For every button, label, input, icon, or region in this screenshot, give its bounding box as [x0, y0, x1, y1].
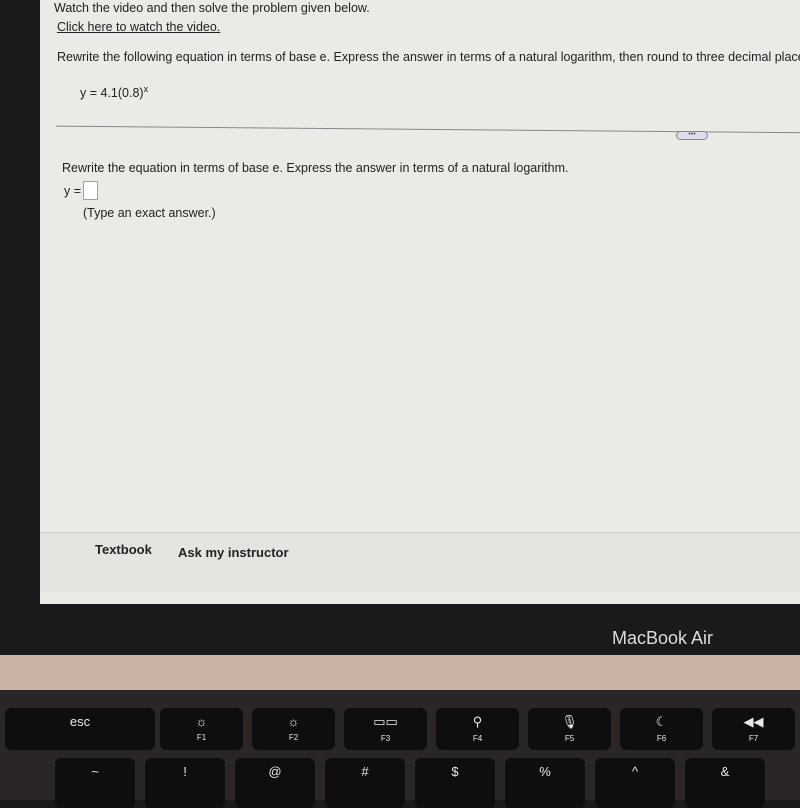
key-glyph: #	[361, 764, 369, 779]
key-f4[interactable]: ⚲ F4	[436, 708, 519, 750]
answer-label: y =	[64, 184, 82, 198]
key-symbol[interactable]: @	[235, 758, 315, 808]
key-fn-label: F4	[472, 734, 483, 743]
key-f5[interactable]: 🎙 F5	[528, 708, 611, 750]
key-symbol[interactable]: ~	[55, 758, 135, 808]
key-glyph: ☼	[195, 714, 208, 729]
key-glyph: &	[720, 764, 730, 779]
key-f3[interactable]: ▭▭ F3	[344, 708, 427, 750]
key-glyph: ^	[631, 764, 639, 779]
key-f1[interactable]: ☼ F1	[160, 708, 243, 750]
question-text: Rewrite the following equation in terms …	[57, 50, 800, 64]
key-glyph: ~	[91, 764, 99, 779]
answer-input[interactable]	[83, 181, 98, 200]
key-glyph: esc	[69, 714, 91, 729]
key-glyph: ☼	[287, 714, 300, 729]
sub-question-text: Rewrite the equation in terms of base e.…	[62, 161, 569, 175]
key-fn-label: F5	[564, 734, 575, 743]
key-fn-label: F2	[288, 733, 299, 742]
key-glyph: !	[183, 764, 187, 779]
key-glyph: @	[268, 764, 282, 779]
key-symbol[interactable]: %	[505, 758, 585, 808]
key-esc[interactable]: esc	[5, 708, 155, 750]
key-glyph: ◀◀	[743, 714, 764, 729]
key-glyph: ▭▭	[373, 714, 398, 729]
key-glyph: $	[451, 764, 459, 779]
key-symbol[interactable]: #	[325, 758, 405, 808]
key-fn-label: F1	[196, 733, 207, 742]
key-symbol[interactable]: $	[415, 758, 495, 808]
key-symbol[interactable]: ^	[595, 758, 675, 808]
key-symbol[interactable]: &	[685, 758, 765, 808]
key-symbol[interactable]: !	[145, 758, 225, 808]
key-glyph: ☾	[655, 714, 668, 729]
laptop-brand-label: MacBook Air	[612, 628, 714, 648]
key-f7[interactable]: ◀◀ F7	[712, 708, 795, 750]
answer-hint: (Type an exact answer.)	[83, 206, 216, 220]
key-f2[interactable]: ☼ F2	[252, 708, 335, 750]
key-fn-label: F6	[656, 734, 667, 743]
key-f6[interactable]: ☾ F6	[620, 708, 703, 750]
equation-base: y = 4.1(0.8)	[80, 86, 144, 101]
key-glyph: ⚲	[472, 714, 483, 729]
instructions-text: Watch the video and then solve the probl…	[54, 1, 370, 15]
watch-video-link[interactable]: Click here to watch the video.	[57, 20, 220, 34]
key-fn-label: F3	[380, 734, 391, 743]
expand-more-button[interactable]: •••	[676, 131, 708, 140]
given-equation: y = 4.1(0.8)x	[80, 84, 148, 100]
key-glyph: 🎙	[561, 714, 578, 729]
ask-instructor-button[interactable]: Ask my instructor	[178, 545, 289, 560]
textbook-button[interactable]: Textbook	[95, 542, 152, 557]
key-glyph: %	[539, 764, 551, 779]
equation-exponent: x	[143, 84, 149, 94]
bottom-bar	[40, 532, 800, 592]
keyboard: esc ☼ F1 ☼ F2 ▭▭ F3 ⚲ F4 🎙 F5 ☾ F6 ◀◀ F7 ~! @ # $% ^ &	[0, 690, 800, 808]
browser-screen: Watch the video and then solve the probl…	[40, 0, 800, 604]
key-fn-label: F7	[748, 734, 759, 743]
